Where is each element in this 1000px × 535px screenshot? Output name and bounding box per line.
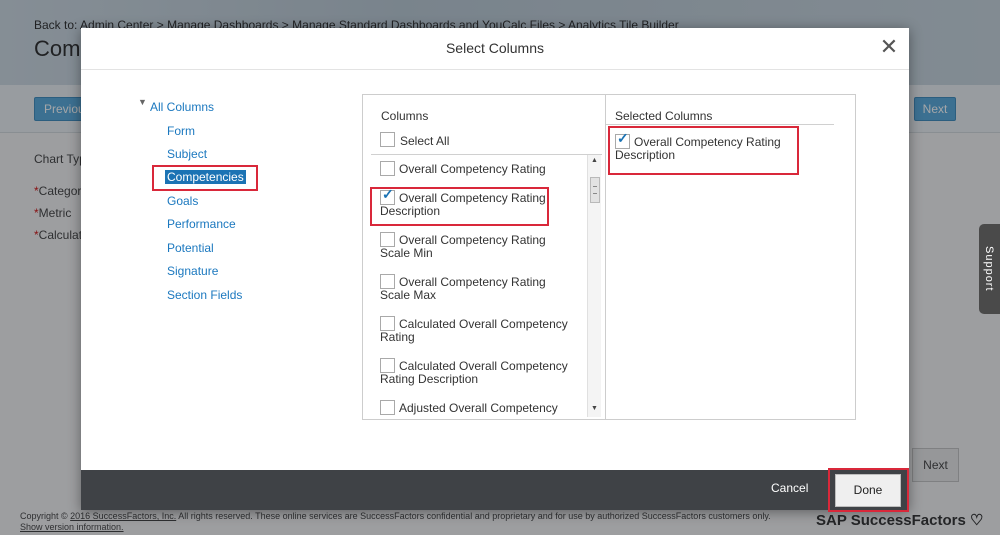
available-columns: Columns Select All Overall Competency Ra… — [363, 95, 606, 419]
checkbox[interactable] — [380, 400, 395, 415]
column-label: Overall Competency Rating Scale Min — [380, 233, 546, 260]
tree-root-label: All Columns — [150, 100, 215, 114]
support-tab[interactable]: Support — [979, 224, 1000, 314]
close-icon[interactable]: ✕ — [875, 34, 903, 62]
list-item[interactable]: Overall Competency Rating — [380, 161, 578, 176]
column-label: Overall Competency Rating — [399, 162, 546, 176]
select-columns-dialog: Select Columns ✕ ▼ All Columns Form Subj… — [81, 28, 909, 510]
column-label: Calculated Overall Competency Rating Des… — [380, 359, 568, 386]
scroll-down-arrow-icon[interactable]: ▼ — [591, 405, 598, 412]
column-label: Calculated Overall Competency Rating — [380, 317, 568, 344]
cancel-button[interactable]: Cancel — [771, 481, 808, 495]
tree-item-subject[interactable]: Subject — [167, 147, 207, 161]
highlight-box-description — [370, 187, 549, 226]
tree-item-potential[interactable]: Potential — [167, 241, 214, 255]
column-label: Adjusted Overall Competency — [399, 401, 558, 415]
tree-item-form[interactable]: Form — [167, 124, 195, 138]
checkbox[interactable] — [380, 161, 395, 176]
scroll-up-arrow-icon[interactable]: ▲ — [591, 157, 598, 164]
list-item[interactable]: Adjusted Overall Competency — [380, 400, 578, 415]
list-item[interactable]: Calculated Overall Competency Rating — [380, 316, 578, 344]
list-item[interactable]: Overall Competency Rating Scale Max — [380, 274, 578, 302]
list-item[interactable]: Overall Competency Rating Scale Min — [380, 232, 578, 260]
scroll-thumb[interactable] — [590, 177, 600, 203]
checkbox[interactable] — [380, 232, 395, 247]
tree-item-section-fields[interactable]: Section Fields — [167, 288, 242, 302]
list-item[interactable]: Calculated Overall Competency Rating Des… — [380, 358, 578, 386]
select-all-label: Select All — [400, 134, 450, 148]
support-tab-label: Support — [983, 246, 995, 292]
highlight-box-competencies — [152, 165, 258, 191]
dialog-footer: Cancel Done — [81, 470, 909, 510]
dialog-header: Select Columns ✕ — [81, 28, 909, 70]
dialog-title: Select Columns — [445, 40, 545, 56]
selected-columns-header: Selected Columns — [615, 109, 713, 123]
checkbox[interactable] — [380, 316, 395, 331]
highlight-box-selected — [608, 126, 799, 175]
tree-item-goals[interactable]: Goals — [167, 194, 198, 208]
divider — [606, 124, 834, 125]
column-label: Overall Competency Rating Scale Max — [380, 275, 546, 302]
highlight-box-done — [828, 468, 909, 512]
checkbox[interactable] — [380, 132, 395, 147]
tree-item-performance[interactable]: Performance — [167, 217, 236, 231]
checkbox[interactable] — [380, 274, 395, 289]
tree-item-signature[interactable]: Signature — [167, 264, 218, 278]
expand-triangle-icon[interactable]: ▼ — [138, 97, 147, 107]
checkbox[interactable] — [380, 358, 395, 373]
columns-header: Columns — [381, 109, 429, 123]
columns-scrollbar[interactable]: ▲ ▼ — [587, 155, 601, 417]
